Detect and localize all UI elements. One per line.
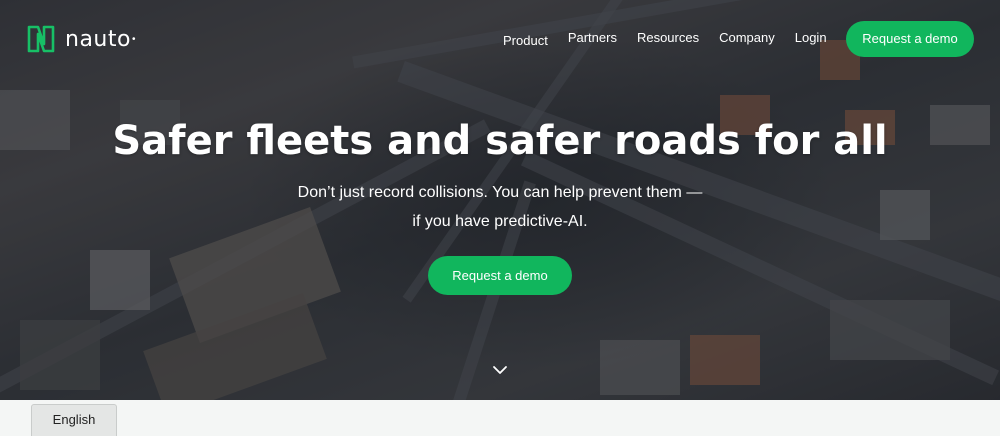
hero-subtext-line-2: if you have predictive-AI.: [412, 213, 588, 230]
nauto-logo[interactable]: nauto •: [26, 24, 135, 54]
brand-name: nauto: [65, 26, 131, 52]
hero-section: nauto • Product Partners Resources Compan…: [0, 0, 1000, 400]
nauto-logo-icon: [27, 25, 55, 53]
nav-item-company[interactable]: Company: [719, 30, 775, 48]
hero-request-demo-button[interactable]: Request a demo: [428, 256, 572, 295]
nav-item-partners[interactable]: Partners: [568, 30, 617, 48]
chevron-down-icon[interactable]: [492, 364, 508, 376]
hero-subtext: Don’t just record collisions. You can he…: [250, 178, 750, 236]
nav-item-resources[interactable]: Resources: [637, 30, 699, 48]
nav-item-product[interactable]: Product: [503, 33, 548, 48]
trademark-dot: •: [131, 33, 136, 45]
header-request-demo-button[interactable]: Request a demo: [846, 21, 974, 57]
hero-headline: Safer fleets and safer roads for all: [112, 118, 888, 164]
hero-subtext-line-1: Don’t just record collisions. You can he…: [297, 184, 703, 201]
language-selector-tab[interactable]: English: [31, 404, 117, 436]
nav-item-login[interactable]: Login: [795, 30, 827, 48]
main-navigation: Product Partners Resources Company Login: [503, 30, 847, 48]
footer-bar: [0, 400, 1000, 436]
